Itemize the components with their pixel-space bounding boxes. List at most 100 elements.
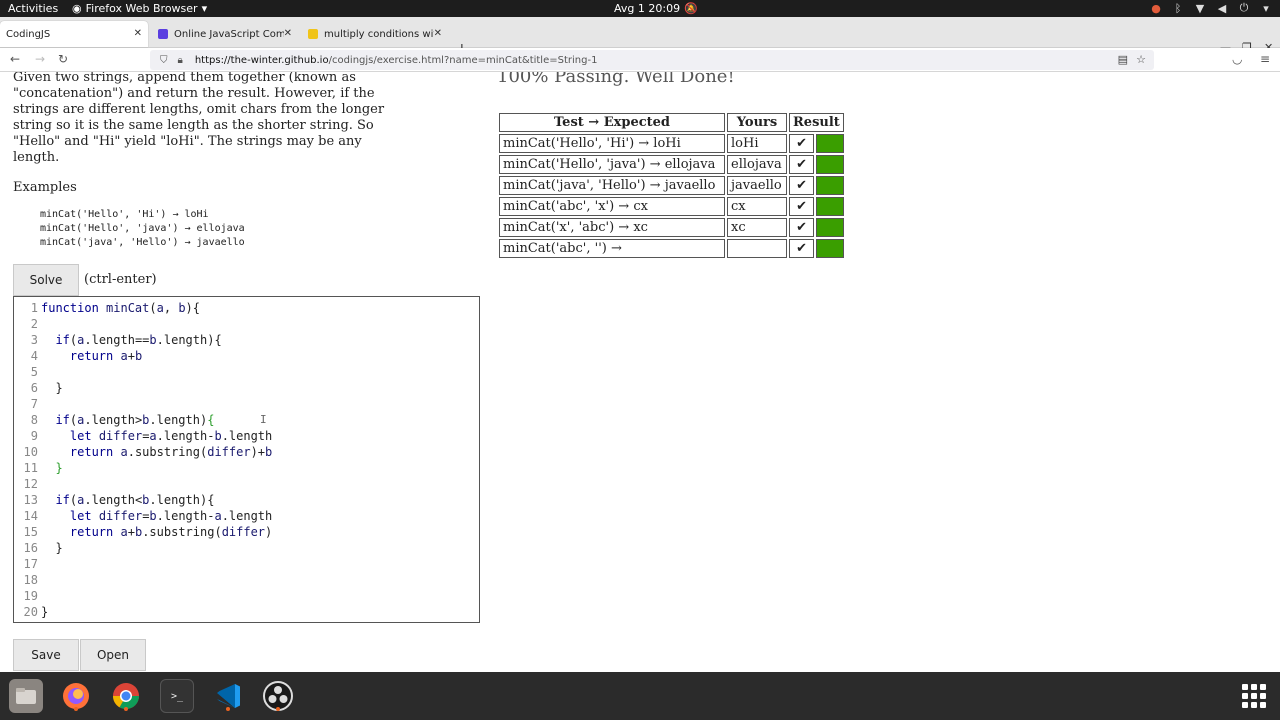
tab-codingjs[interactable]: CodingJS ✕: [0, 21, 148, 47]
line-number: 20: [23, 605, 38, 619]
tab-multiply-conditions[interactable]: multiply conditions with ✕: [302, 21, 448, 47]
system-top-bar: Activities ◉ Firefox Web Browser ▾ Avg 1…: [0, 0, 1280, 17]
code-line: let differ=b.length-a.length: [69, 509, 273, 523]
chrome-icon[interactable]: [109, 679, 143, 713]
show-applications-icon[interactable]: [1242, 684, 1266, 708]
prompt-glyph: >_: [170, 690, 184, 702]
close-icon[interactable]: ✕: [434, 28, 442, 39]
vscode-icon[interactable]: [211, 679, 245, 713]
forward-icon[interactable]: →: [35, 52, 45, 66]
line-number: 8: [30, 413, 38, 427]
url-bar[interactable]: ⛉ 🔒︎ https://the-winter.github.io/coding…: [150, 50, 1154, 70]
close-icon[interactable]: ✕: [134, 28, 142, 39]
files-icon[interactable]: [9, 679, 43, 713]
line-number: 12: [23, 477, 38, 491]
test-expected-cell: minCat('abc', '') →: [499, 239, 725, 258]
dock: >_: [0, 672, 1280, 720]
table-row: minCat('Hello', 'java') → ellojava elloj…: [499, 155, 844, 174]
clock[interactable]: Avg 1 20:09 🔕: [614, 2, 698, 15]
reader-view-icon[interactable]: ▤: [1118, 53, 1128, 66]
code-line: if(a.length>b.length){: [55, 413, 215, 427]
running-indicator: [74, 707, 78, 711]
reload-icon[interactable]: ↻: [58, 52, 68, 66]
test-expected-cell: minCat('java', 'Hello') → javaello: [499, 176, 725, 195]
sync-icon: ●: [1151, 1, 1161, 15]
line-number: 7: [30, 397, 38, 411]
code-area[interactable]: function minCat(a, b){ if(a.length==b.le…: [41, 300, 272, 620]
test-expected-cell: minCat('x', 'abc') → xc: [499, 218, 725, 237]
activities-button[interactable]: Activities: [8, 2, 58, 15]
line-number: 2: [30, 317, 38, 331]
pocket-icon[interactable]: ◡: [1232, 52, 1242, 66]
passing-status: 100% Passing. Well Done!: [497, 72, 735, 87]
navigation-bar: ← → ↻ ⛉ 🔒︎ https://the-winter.github.io/…: [0, 48, 1280, 72]
open-button[interactable]: Open: [80, 639, 146, 671]
results-header-row: Test → Expected Yours Result: [499, 113, 844, 132]
code-line: }: [41, 541, 63, 555]
pass-indicator: [816, 218, 844, 237]
example-line: minCat('Hello', 'java') → ellojava: [40, 223, 245, 234]
chevron-down-icon: ▾: [1263, 1, 1269, 15]
line-number: 14: [23, 509, 38, 523]
pass-indicator: [816, 134, 844, 153]
system-tray[interactable]: ● ᛒ ▼ ◀ ⏻ ▾: [1150, 1, 1272, 15]
tab-online-js-compiler[interactable]: Online JavaScript Compil ✕: [152, 21, 298, 47]
line-number: 19: [23, 589, 38, 603]
obs-icon[interactable]: [261, 679, 295, 713]
shield-icon[interactable]: ⛉: [160, 55, 168, 66]
line-number: 17: [23, 557, 38, 571]
check-icon: ✔: [789, 176, 815, 195]
line-number: 13: [23, 493, 38, 507]
yours-cell: xc: [727, 218, 787, 237]
power-icon: ⏻: [1239, 1, 1249, 14]
code-line: if(a.length==b.length){: [55, 333, 222, 347]
code-line: return a+b: [69, 349, 143, 363]
wifi-icon: ▼: [1195, 1, 1205, 15]
clock-label: Avg 1 20:09: [614, 2, 681, 15]
test-expected-cell: minCat('abc', 'x') → cx: [499, 197, 725, 216]
check-icon: ✔: [789, 134, 815, 153]
pass-indicator: [816, 176, 844, 195]
tab-strip: CodingJS ✕ Online JavaScript Compil ✕ mu…: [0, 17, 1280, 57]
solve-shortcut-hint: (ctrl-enter): [84, 272, 157, 287]
column-header-yours: Yours: [727, 113, 787, 132]
notifications-muted-icon: 🔕: [684, 2, 698, 15]
problem-description: Given two strings, append them together …: [13, 72, 385, 165]
close-icon[interactable]: ✕: [284, 28, 292, 39]
tab-label: Online JavaScript Compil: [174, 28, 284, 40]
table-row: minCat('x', 'abc') → xc xc ✔: [499, 218, 844, 237]
check-icon: ✔: [789, 218, 815, 237]
line-number: 5: [30, 365, 38, 379]
running-indicator: [276, 707, 280, 711]
volume-icon: ◀: [1217, 1, 1227, 15]
line-number: 4: [30, 349, 38, 363]
menu-icon[interactable]: ≡: [1260, 52, 1270, 66]
app-menu[interactable]: ◉ Firefox Web Browser ▾: [72, 2, 207, 15]
code-editor[interactable]: 1 2 3 4 5 6 7 8 9 10 11 12 13 14 15 16 1…: [13, 296, 480, 623]
running-indicator: [226, 707, 230, 711]
solve-button[interactable]: Solve: [13, 264, 79, 296]
bookmark-star-icon[interactable]: ☆: [1136, 53, 1146, 66]
yours-cell: cx: [727, 197, 787, 216]
check-icon: ✔: [789, 155, 815, 174]
line-number: 15: [23, 525, 38, 539]
line-number: 9: [30, 429, 38, 443]
pass-indicator: [816, 155, 844, 174]
example-line: minCat('Hello', 'Hi') → loHi: [40, 209, 209, 220]
table-row: minCat('java', 'Hello') → javaello javae…: [499, 176, 844, 195]
site-favicon-icon: [308, 29, 318, 39]
line-number-gutter: 1 2 3 4 5 6 7 8 9 10 11 12 13 14 15 16 1…: [14, 300, 38, 620]
check-icon: ✔: [789, 239, 815, 258]
line-number: 1: [30, 301, 38, 315]
code-line: let differ=a.length-b.length: [69, 429, 273, 443]
back-icon[interactable]: ←: [10, 52, 20, 66]
code-line: return a.substring(differ)+b: [69, 445, 273, 459]
line-number: 3: [30, 333, 38, 347]
code-line: }: [41, 605, 49, 619]
lock-icon[interactable]: 🔒︎: [178, 55, 183, 66]
firefox-icon[interactable]: [59, 679, 93, 713]
save-button[interactable]: Save: [13, 639, 79, 671]
terminal-icon[interactable]: >_: [160, 679, 194, 713]
